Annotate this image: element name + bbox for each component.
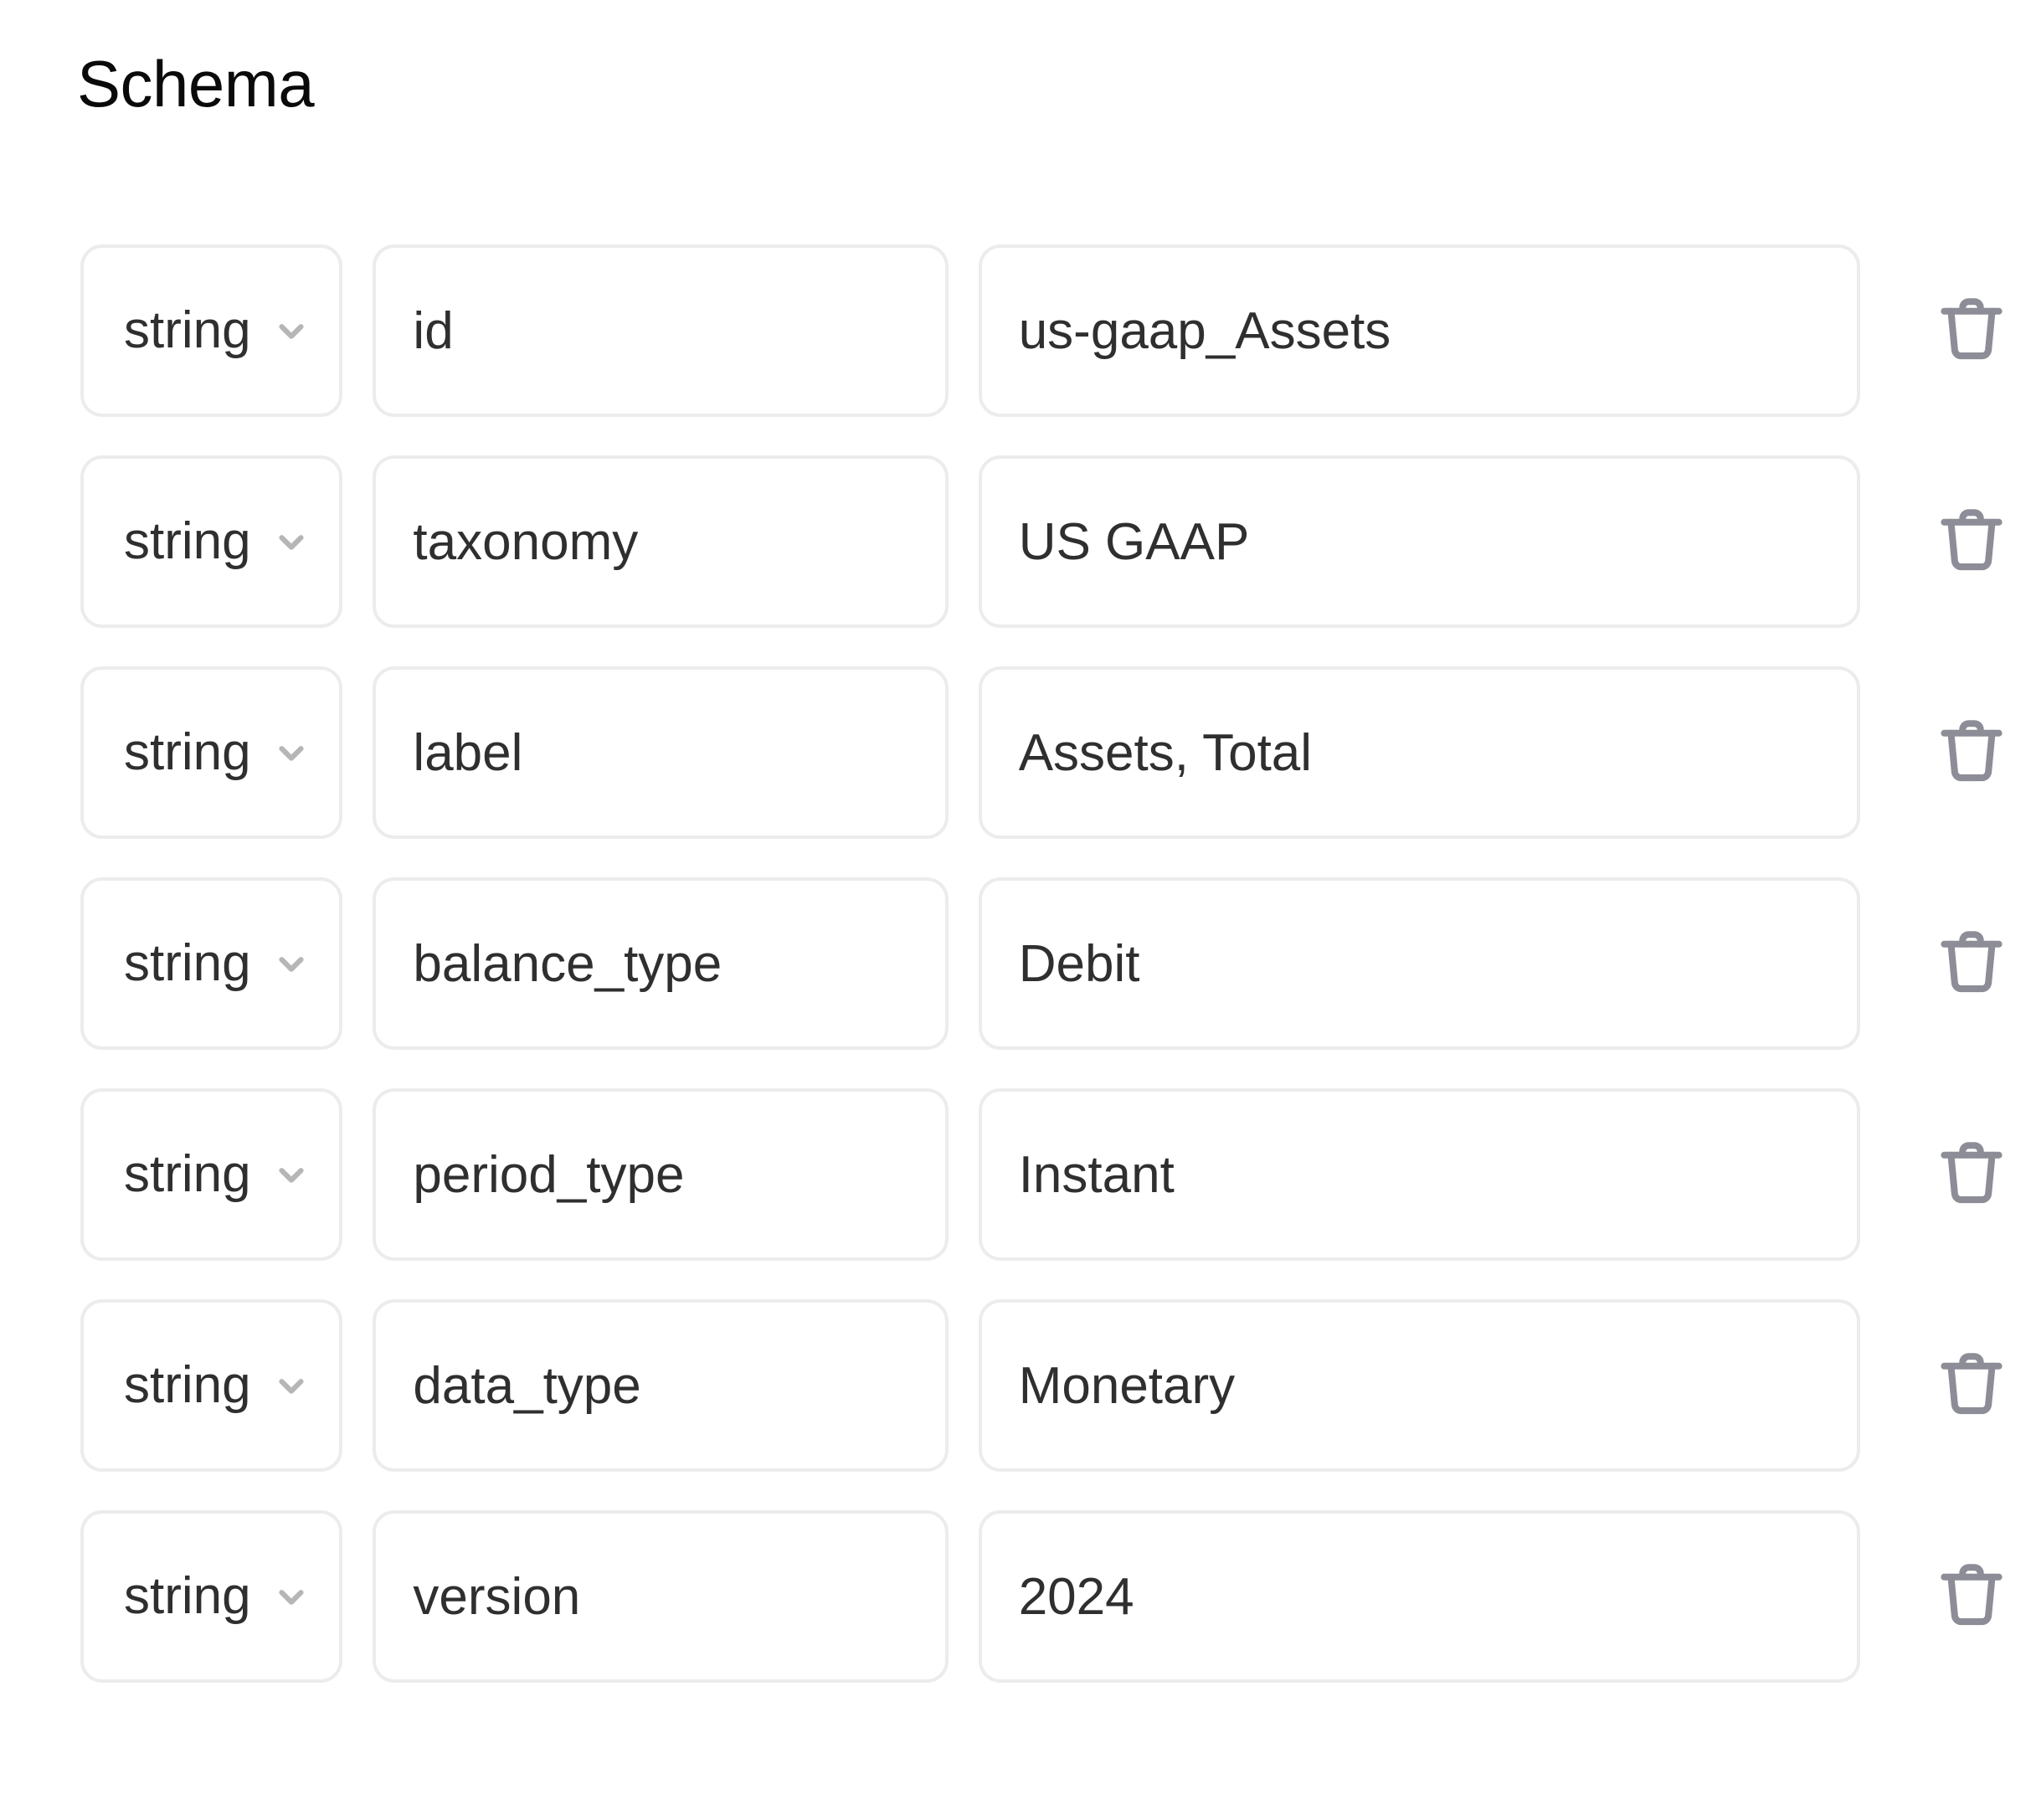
page-title: Schema <box>77 47 315 121</box>
field-name-input[interactable]: taxonomy <box>373 455 949 628</box>
field-value-value: Monetary <box>1018 1356 1236 1415</box>
schema-editor-page: Schema string id us-gaap_Assets string t… <box>0 0 2036 1820</box>
chevron-down-icon <box>272 733 311 772</box>
chevron-down-icon <box>272 522 311 561</box>
delete-row-button[interactable] <box>1907 1510 2036 1683</box>
type-select-value: string <box>124 1145 251 1203</box>
field-value-input[interactable]: Assets, Total <box>978 666 1860 839</box>
field-value-input[interactable]: Monetary <box>978 1299 1860 1472</box>
trash-icon <box>1933 291 2010 371</box>
field-value-value: Instant <box>1018 1145 1175 1204</box>
field-value-value: Assets, Total <box>1018 723 1313 782</box>
table-row: string id us-gaap_Assets <box>0 244 2036 417</box>
delete-row-button[interactable] <box>1907 666 2036 839</box>
type-select-value: string <box>124 1356 251 1414</box>
type-select-value: string <box>124 512 251 570</box>
field-value-value: us-gaap_Assets <box>1018 301 1391 360</box>
type-select[interactable]: string <box>80 877 343 1050</box>
field-value-input[interactable]: US GAAP <box>978 455 1860 628</box>
trash-icon <box>1933 502 2010 582</box>
schema-rows-list: string id us-gaap_Assets string taxonomy… <box>0 244 2036 1721</box>
field-name-input[interactable]: label <box>373 666 949 839</box>
field-value-value: Debit <box>1018 934 1140 993</box>
field-value-input[interactable]: Debit <box>978 877 1860 1050</box>
field-name-value: label <box>413 723 523 782</box>
table-row: string period_type Instant <box>0 1088 2036 1261</box>
type-select[interactable]: string <box>80 1510 343 1683</box>
field-name-value: version <box>413 1567 581 1626</box>
field-name-input[interactable]: period_type <box>373 1088 949 1261</box>
trash-icon <box>1933 1346 2010 1426</box>
type-select-value: string <box>124 723 251 781</box>
trash-icon <box>1933 1135 2010 1215</box>
field-name-input[interactable]: data_type <box>373 1299 949 1472</box>
type-select-value: string <box>124 934 251 992</box>
chevron-down-icon <box>272 1577 311 1616</box>
delete-row-button[interactable] <box>1907 1299 2036 1472</box>
delete-row-button[interactable] <box>1907 877 2036 1050</box>
delete-row-button[interactable] <box>1907 244 2036 417</box>
table-row: string balance_type Debit <box>0 877 2036 1050</box>
type-select-value: string <box>124 1567 251 1625</box>
field-value-value: 2024 <box>1018 1567 1134 1626</box>
field-name-value: taxonomy <box>413 512 639 571</box>
field-value-input[interactable]: Instant <box>978 1088 1860 1261</box>
type-select-value: string <box>124 301 251 359</box>
field-value-input[interactable]: 2024 <box>978 1510 1860 1683</box>
chevron-down-icon <box>272 1366 311 1405</box>
type-select[interactable]: string <box>80 1299 343 1472</box>
field-name-value: id <box>413 301 454 360</box>
field-value-input[interactable]: us-gaap_Assets <box>978 244 1860 417</box>
table-row: string label Assets, Total <box>0 666 2036 839</box>
type-select[interactable]: string <box>80 455 343 628</box>
table-row: string version 2024 <box>0 1510 2036 1683</box>
field-name-value: balance_type <box>413 934 722 993</box>
table-row: string taxonomy US GAAP <box>0 455 2036 628</box>
delete-row-button[interactable] <box>1907 455 2036 628</box>
field-value-value: US GAAP <box>1018 512 1250 571</box>
trash-icon <box>1933 924 2010 1004</box>
chevron-down-icon <box>272 1155 311 1194</box>
type-select[interactable]: string <box>80 666 343 839</box>
field-name-input[interactable]: balance_type <box>373 877 949 1050</box>
field-name-value: period_type <box>413 1145 685 1204</box>
delete-row-button[interactable] <box>1907 1088 2036 1261</box>
chevron-down-icon <box>272 311 311 350</box>
field-name-input[interactable]: id <box>373 244 949 417</box>
chevron-down-icon <box>272 944 311 983</box>
type-select[interactable]: string <box>80 1088 343 1261</box>
field-name-input[interactable]: version <box>373 1510 949 1683</box>
trash-icon <box>1933 1557 2010 1637</box>
type-select[interactable]: string <box>80 244 343 417</box>
trash-icon <box>1933 713 2010 793</box>
field-name-value: data_type <box>413 1356 641 1415</box>
table-row: string data_type Monetary <box>0 1299 2036 1472</box>
